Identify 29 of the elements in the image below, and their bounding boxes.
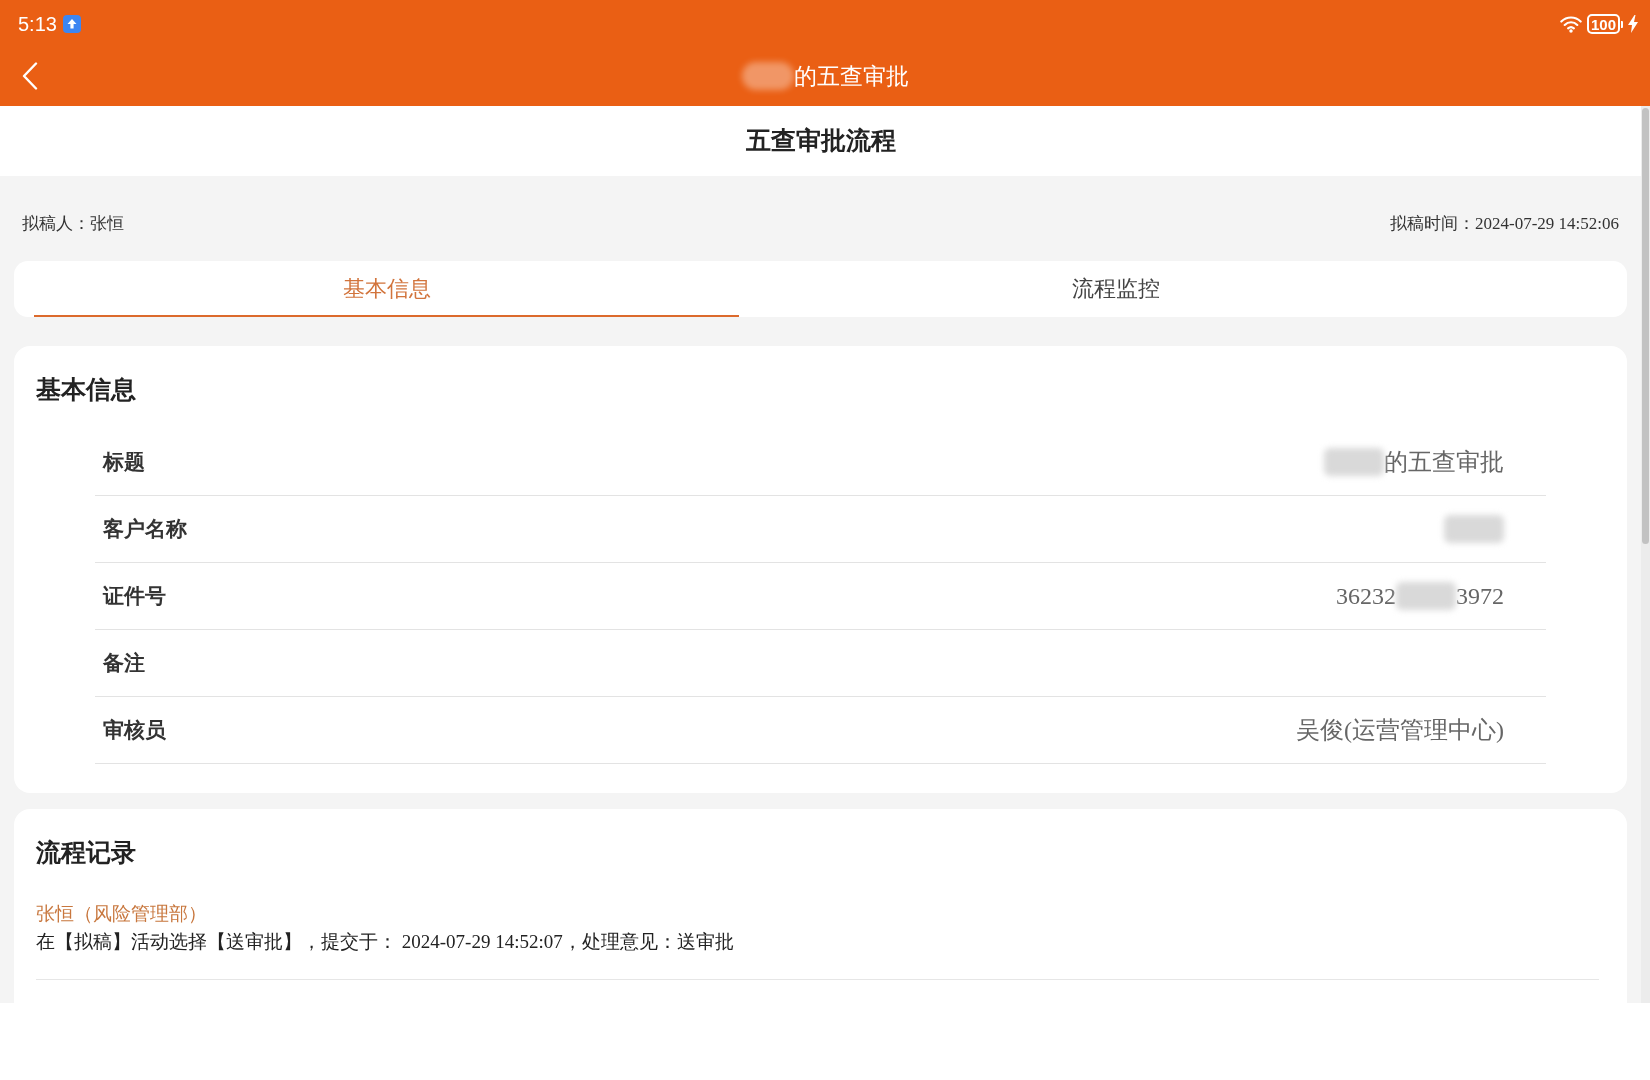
battery-indicator: 100 [1586, 14, 1623, 34]
field-value: 吴俊(运营管理中心) [1296, 716, 1504, 745]
field-label: 客户名称 [103, 516, 187, 543]
arrow-up-tile-icon [62, 15, 81, 33]
field-label: 证件号 [103, 583, 166, 610]
scrollbar-thumb[interactable] [1642, 108, 1649, 544]
status-time: 5:13 [18, 14, 57, 34]
lightning-bolt-icon [1628, 15, 1638, 33]
record-detail: 在【拟稿】活动选择【送审批】，提交于： 2024-07-29 14:52:07，处理意见：送审批 [36, 930, 734, 954]
field-label: 审核员 [103, 717, 166, 744]
chevron-left-icon [22, 62, 38, 90]
nav-title: 的五查审批 [793, 64, 909, 88]
field-value: 3972 [1456, 582, 1504, 611]
field-value: 的五查审批 [1384, 448, 1504, 477]
blur-patch [1396, 582, 1456, 610]
page-title: 五查审批流程 [745, 125, 896, 157]
draft-time-text: 拟稿时间：2024-07-29 14:52:06 [1389, 213, 1619, 236]
blur-patch [1324, 448, 1384, 476]
wifi-icon [1559, 15, 1582, 33]
section-title: 基本信息 [35, 374, 137, 405]
blur-patch [1444, 515, 1504, 543]
record-person: 张恒（风险管理部） [36, 902, 207, 926]
field-label: 备注 [103, 650, 145, 677]
blur-patch [741, 62, 794, 90]
field-value: 36232 [1336, 582, 1396, 611]
drafter-text: 拟稿人：张恒 [22, 213, 124, 236]
tab[interactable]: 流程监控 [739, 261, 1493, 317]
field-label: 标题 [103, 449, 145, 476]
section-title: 流程记录 [36, 837, 137, 868]
